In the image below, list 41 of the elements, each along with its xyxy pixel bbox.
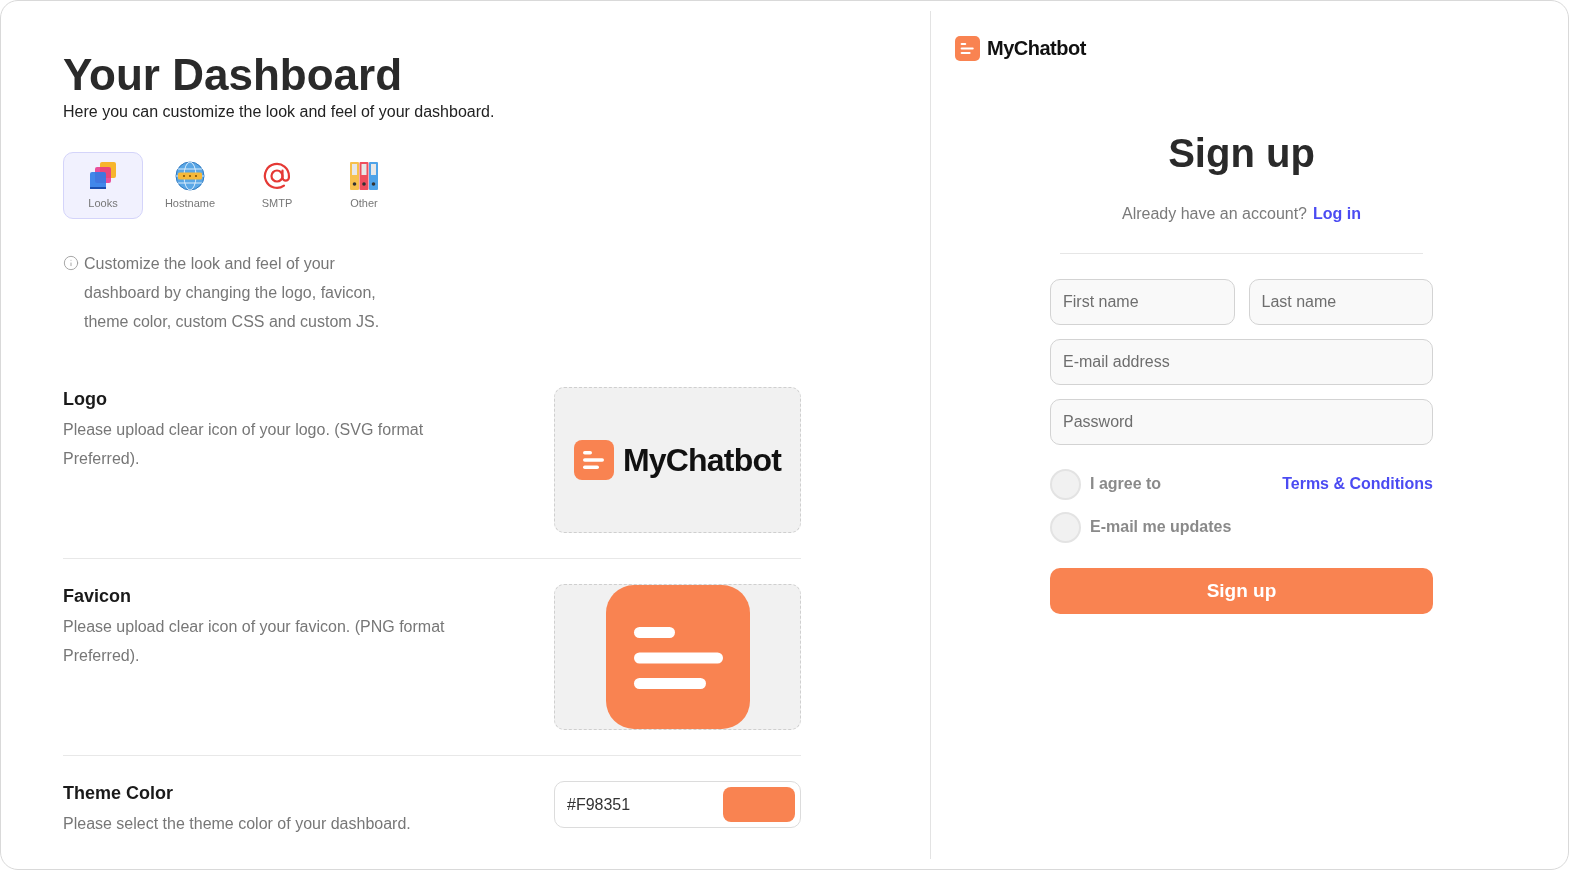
settings-tab[interactable]: Looks xyxy=(63,152,143,219)
login-prompt: Already have an account? xyxy=(1122,204,1307,224)
section-description: Please upload clear icon of your logo. (SVG format Preferred). xyxy=(63,420,425,469)
checkbox-label: I agree to xyxy=(1090,474,1162,494)
section-description: Please upload clear icon of your favicon. (PNG format Preferred). xyxy=(63,617,446,666)
section-title: Theme Color xyxy=(63,782,173,805)
section-title: Logo xyxy=(63,388,107,411)
signup-button[interactable]: Sign up xyxy=(1050,568,1433,614)
chat-logo-icon xyxy=(573,440,614,480)
brand-name: MyChatbot xyxy=(987,36,1086,61)
settings-tab[interactable]: SMTP xyxy=(237,152,317,219)
settings-tab[interactable]: Hostname xyxy=(150,152,230,219)
favicon-preview[interactable] xyxy=(554,584,801,730)
favicon-icon xyxy=(605,585,750,729)
section-title: Favicon xyxy=(63,585,132,608)
text-input-field[interactable]: Password xyxy=(1050,399,1433,445)
section-description: Please select the theme color of your dashboard. xyxy=(63,814,412,834)
page-title: Your Dashboard xyxy=(63,49,402,101)
text-input-field[interactable]: First name xyxy=(1050,279,1235,325)
text-input-field[interactable]: Last name xyxy=(1248,279,1433,325)
login-link[interactable]: Log in xyxy=(1313,203,1361,225)
layers-icon xyxy=(88,161,118,191)
color-value: #F98351 xyxy=(567,794,631,815)
brand-logo-icon xyxy=(955,36,980,61)
globe-icon xyxy=(175,161,205,191)
logo-preview[interactable]: MyChatbot xyxy=(554,387,801,533)
page-subtitle: Here you can customize the look and feel of your dashboard. xyxy=(63,102,495,122)
color-input-field[interactable]: #F98351 xyxy=(554,781,801,828)
signup-title: Sign up xyxy=(1168,130,1315,177)
checkbox[interactable] xyxy=(1050,468,1081,500)
checkbox[interactable] xyxy=(1050,511,1081,543)
at-sign-icon xyxy=(262,161,292,191)
color-swatch-icon[interactable] xyxy=(723,787,795,822)
settings-tab[interactable]: Other xyxy=(324,152,404,219)
logo-wordmark: MyChatbot xyxy=(622,441,782,480)
info-text: Customize the look and feel of your dashboard by changing the logo, favicon, theme color, custom CSS and custom JS. xyxy=(84,254,381,332)
binders-icon xyxy=(349,161,379,191)
checkbox-label: E-mail me updates xyxy=(1090,517,1232,537)
terms-link[interactable]: Terms & Conditions xyxy=(1282,472,1433,496)
info-icon xyxy=(63,255,79,271)
text-input-field[interactable]: E-mail address xyxy=(1050,339,1433,385)
